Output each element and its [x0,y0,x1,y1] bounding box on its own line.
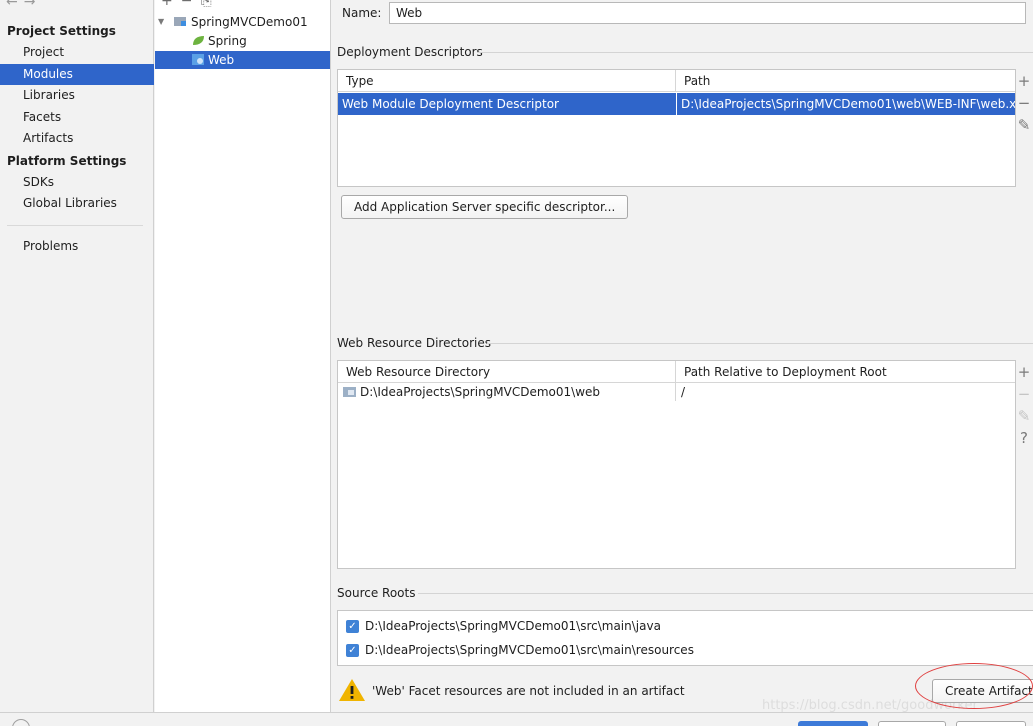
column-header-path[interactable]: Path [676,70,710,92]
remove-icon[interactable]: − [181,0,201,9]
source-roots-title: Source Roots [337,586,416,600]
nav-item-global-libraries[interactable]: Global Libraries [0,193,154,214]
dialog-footer [0,712,1033,726]
tree-node-spring[interactable]: Spring [155,32,330,50]
forward-arrow-icon[interactable]: → [24,0,42,10]
help-icon[interactable]: ? [1015,427,1033,449]
nav-item-facets[interactable]: Facets [0,107,154,128]
project-settings-heading: Project Settings [7,24,116,38]
tree-toolbar: +−⎘ [161,0,220,9]
column-header-relative-path[interactable]: Path Relative to Deployment Root [676,361,887,383]
tree-node-web[interactable]: Web [155,51,330,69]
tree-node-label: SpringMVCDemo01 [191,15,308,29]
source-root-checkbox[interactable]: ✓ [346,620,359,633]
section-divider [487,343,1033,344]
expand-triangle-icon[interactable]: ▼ [158,13,164,31]
relative-path-cell: / [681,385,686,399]
web-resource-directories-title: Web Resource Directories [337,336,491,350]
nav-item-libraries[interactable]: Libraries [0,85,154,106]
module-tree: +−⎘ ▼ SpringMVCDemo01 Spring Web [155,0,331,712]
descriptor-path-cell: D:\IdeaProjects\SpringMVCDemo01\web\WEB-… [681,97,1015,111]
remove-icon[interactable]: − [1015,92,1033,114]
warning-message: 'Web' Facet resources are not included i… [372,684,685,698]
table-header: Web Resource Directory Path Relative to … [338,361,1015,383]
back-forward-arrows[interactable]: ←→ [6,0,41,10]
column-header-directory[interactable]: Web Resource Directory [338,361,490,383]
column-header-type[interactable]: Type [338,70,374,92]
ok-button[interactable] [798,721,868,726]
back-arrow-icon[interactable]: ← [6,0,24,10]
section-divider [477,52,1033,53]
add-icon[interactable]: + [1015,361,1033,383]
source-root-path: D:\IdeaProjects\SpringMVCDemo01\src\main… [365,619,661,633]
module-folder-icon [174,17,186,26]
nav-item-project[interactable]: Project [0,42,154,63]
descriptor-type-cell: Web Module Deployment Descriptor [342,97,559,111]
column-separator [676,93,677,115]
table-row[interactable]: D:\IdeaProjects\SpringMVCDemo01\web / [338,383,1015,401]
tree-node-label: Spring [208,34,247,48]
warning-icon [339,679,365,701]
deployment-descriptors-table[interactable]: Type Path Web Module Deployment Descript… [337,69,1016,187]
nav-divider [7,225,143,226]
web-facet-icon [192,54,204,65]
name-label: Name: [342,6,382,20]
source-root-path: D:\IdeaProjects\SpringMVCDemo01\src\main… [365,643,694,657]
nav-item-modules[interactable]: Modules [0,64,154,85]
source-roots-list: ✓ D:\IdeaProjects\SpringMVCDemo01\src\ma… [337,610,1033,666]
help-round-icon[interactable] [12,719,30,726]
folder-icon [343,387,356,397]
table-header: Type Path [338,70,1015,92]
spring-leaf-icon [193,36,204,45]
platform-settings-heading: Platform Settings [7,154,127,168]
cancel-button[interactable] [878,721,946,726]
web-resource-directories-table[interactable]: Web Resource Directory Path Relative to … [337,360,1016,569]
nav-item-artifacts[interactable]: Artifacts [0,128,154,149]
deployment-descriptors-title: Deployment Descriptors [337,45,483,59]
edit-pencil-icon[interactable]: ✎ [1015,114,1033,136]
settings-nav: ←→ Project Settings Project Modules Libr… [0,0,154,712]
tree-node-module[interactable]: ▼ SpringMVCDemo01 [155,13,330,31]
descriptor-toolbar: + − ✎ [1015,70,1033,136]
add-server-descriptor-button[interactable]: Add Application Server specific descript… [341,195,629,219]
remove-icon[interactable]: − [1015,383,1033,405]
tree-node-label: Web [208,53,235,67]
section-divider [418,593,1033,594]
column-separator [675,70,676,92]
name-field[interactable]: Web [389,2,1026,24]
apply-button[interactable] [956,721,1026,726]
add-icon[interactable]: + [1015,70,1033,92]
add-icon[interactable]: + [161,0,181,9]
source-root-checkbox[interactable]: ✓ [346,644,359,657]
resource-toolbar: + − ✎ ? [1015,361,1033,449]
nav-item-sdks[interactable]: SDKs [0,172,154,193]
copy-icon[interactable]: ⎘ [200,0,219,9]
annotation-circle [915,663,1033,709]
edit-pencil-icon[interactable]: ✎ [1015,405,1033,427]
facet-editor: Name: Web Deployment Descriptors Type Pa… [332,0,1033,713]
nav-item-problems[interactable]: Problems [0,236,154,257]
resource-directory-cell: D:\IdeaProjects\SpringMVCDemo01\web [360,385,601,399]
